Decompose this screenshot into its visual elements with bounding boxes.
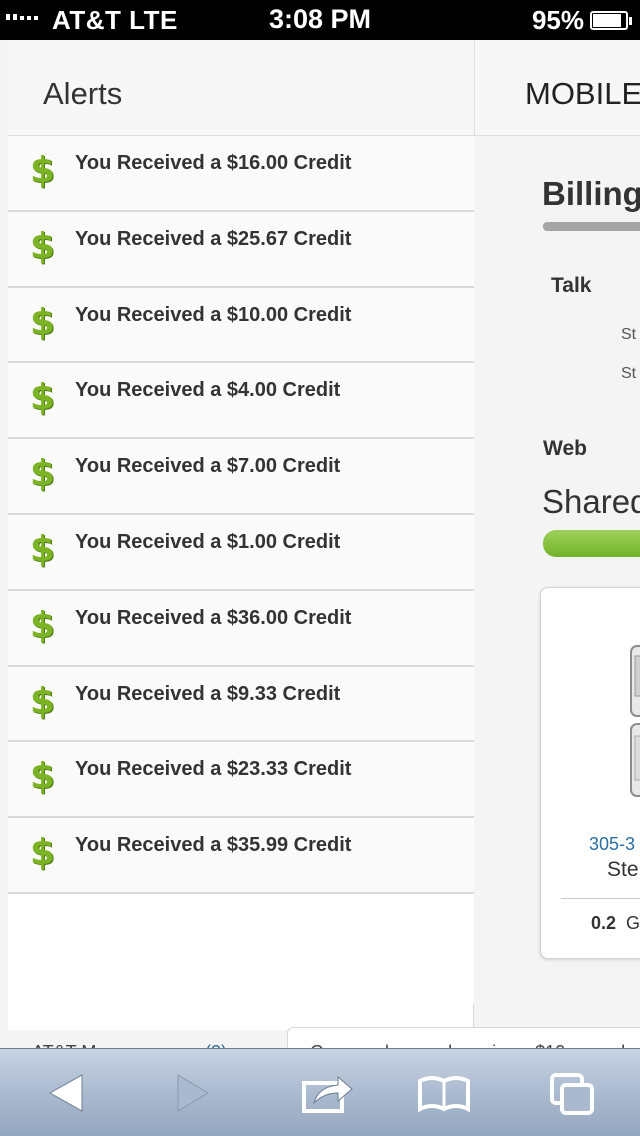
dollar-icon: $ [30,528,56,570]
usage-unit: G [626,913,640,933]
phone-number-link[interactable]: 305-3 [589,834,635,855]
alert-item[interactable]: $ You Received a $9.33 Credit [8,666,474,743]
alert-text: You Received a $35.99 Credit [75,834,352,857]
mobile-tab-header[interactable]: MOBILE [474,40,640,136]
shared-usage-bar [543,530,640,557]
share-icon[interactable] [298,1069,358,1117]
dollar-icon: $ [30,756,56,798]
tabs-icon[interactable] [542,1069,602,1117]
dollar-icon: $ [30,150,56,191]
alert-text: You Received a $1.00 Credit [75,530,341,553]
alert-item[interactable]: $ You Received a $7.00 Credit [8,439,474,515]
back-arrow-icon[interactable] [40,1069,100,1117]
web-label: Web [543,437,587,460]
dollar-icon: $ [30,225,56,267]
alert-list-end [8,893,474,1004]
alert-text: You Received a $25.67 Credit [75,227,352,250]
alert-text: You Received a $36.00 Credit [75,606,352,629]
alert-item[interactable]: $ You Received a $36.00 Credit [8,590,474,667]
status-bar: AT&T LTE 3:08 PM 95% [0,0,640,40]
data-usage: 0.2 G [591,913,640,934]
bookmarks-icon[interactable] [414,1069,474,1117]
alert-item[interactable]: $ You Received a $25.67 Credit [8,211,474,288]
dollar-icon: $ [30,301,56,343]
alert-item[interactable]: $ You Received a $16.00 Credit [8,136,474,212]
alert-item[interactable]: $ You Received a $23.33 Credit [8,742,474,819]
battery-percent: 95% [531,5,584,35]
alerts-title: Alerts [43,76,123,111]
phone-device-icon [630,645,640,797]
web-page: Alerts $ You Received a $16.00 Credit $ You… [0,40,640,1050]
talk-line: St [621,365,637,382]
alert-text: You Received a $7.00 Credit [75,455,341,478]
alert-text: You Received a $9.33 Credit [75,682,341,705]
safari-toolbar [0,1048,640,1136]
phone-owner-name: Ste [607,858,639,881]
alert-list: $ You Received a $16.00 Credit $ You Receiv… [8,136,474,1004]
paperless-promo[interactable]: Go paperless and receive a $10 reward [287,1027,640,1050]
battery-icon [590,11,632,30]
talk-label: Talk [551,274,592,297]
device-card[interactable]: 305-3 Ste 0.2 G [540,587,640,959]
talk-line: St [621,326,637,343]
shared-heading: Shared [542,483,640,520]
usage-value: 0.2 [591,913,617,933]
alert-text: You Received a $23.33 Credit [75,758,352,781]
alert-item[interactable]: $ You Received a $35.99 Credit [8,818,474,894]
alert-item[interactable]: $ You Received a $10.00 Credit [8,287,474,364]
dollar-icon: $ [30,453,56,495]
alert-text: You Received a $16.00 Credit [75,152,352,174]
dollar-icon: $ [30,680,56,722]
forward-arrow-icon[interactable] [168,1069,228,1117]
billing-underline [543,222,640,231]
alerts-panel: Alerts $ You Received a $16.00 Credit $ You… [8,40,474,1030]
alert-text: You Received a $4.00 Credit [75,379,341,402]
billing-heading: Billing [542,175,640,212]
dollar-icon: $ [30,832,56,874]
alerts-header[interactable]: Alerts [8,40,474,136]
dollar-icon: $ [30,604,56,646]
mobile-title: MOBILE [525,76,640,111]
alert-item[interactable]: $ You Received a $4.00 Credit [8,363,474,440]
alert-text: You Received a $10.00 Credit [75,303,352,326]
divider [561,898,640,899]
dollar-icon: $ [30,377,56,419]
alert-item[interactable]: $ You Received a $1.00 Credit [8,514,474,591]
